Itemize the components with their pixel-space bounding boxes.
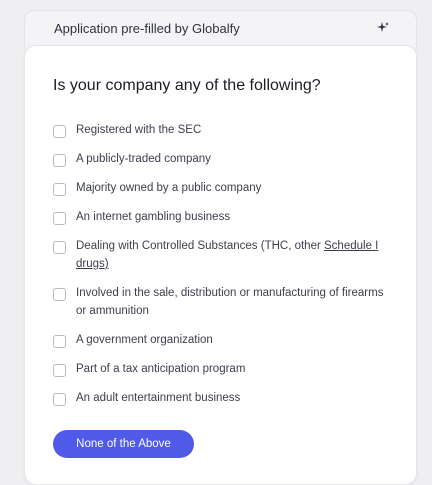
option-government-organization[interactable]: A government organization <box>53 333 213 349</box>
option-label: Involved in the sale, distribution or ma… <box>76 287 384 317</box>
option-firearms[interactable]: Involved in the sale, distribution or ma… <box>53 286 386 320</box>
option-label: An adult entertainment business <box>76 392 241 404</box>
checkbox[interactable] <box>53 125 66 138</box>
none-of-the-above-button[interactable]: None of the Above <box>53 430 194 458</box>
option-label: Part of a tax anticipation program <box>76 363 246 375</box>
option-label: Dealing with Controlled Substances (THC,… <box>76 237 386 273</box>
option-label: A publicly-traded company <box>76 153 211 165</box>
option-publicly-traded[interactable]: A publicly-traded company <box>53 152 211 168</box>
checkbox[interactable] <box>53 364 66 377</box>
prefill-banner-text: Application pre-filled by Globalfy <box>54 21 240 36</box>
sparkle-icon <box>377 22 389 32</box>
checkbox[interactable] <box>53 241 66 254</box>
option-label: Registered with the SEC <box>76 124 202 136</box>
checkbox[interactable] <box>53 154 66 167</box>
option-internet-gambling[interactable]: An internet gambling business <box>53 210 230 226</box>
checkbox[interactable] <box>53 212 66 225</box>
option-majority-owned-public[interactable]: Majority owned by a public company <box>53 181 261 197</box>
checkbox[interactable] <box>53 288 66 301</box>
option-tax-anticipation[interactable]: Part of a tax anticipation program <box>53 362 245 378</box>
option-registered-sec[interactable]: Registered with the SEC <box>53 123 201 139</box>
option-adult-entertainment[interactable]: An adult entertainment business <box>53 391 240 407</box>
option-label: Majority owned by a public company <box>76 182 262 194</box>
option-label: A government organization <box>76 334 213 346</box>
checkbox[interactable] <box>53 183 66 196</box>
question-card: Is your company any of the following? Re… <box>24 45 417 485</box>
checkbox[interactable] <box>53 393 66 406</box>
option-label: An internet gambling business <box>76 211 231 223</box>
option-label-text: Dealing with Controlled Substances (THC,… <box>76 240 325 252</box>
question-title: Is your company any of the following? <box>53 77 321 94</box>
checkbox[interactable] <box>53 335 66 348</box>
option-controlled-substances[interactable]: Dealing with Controlled Substances (THC,… <box>53 239 386 273</box>
